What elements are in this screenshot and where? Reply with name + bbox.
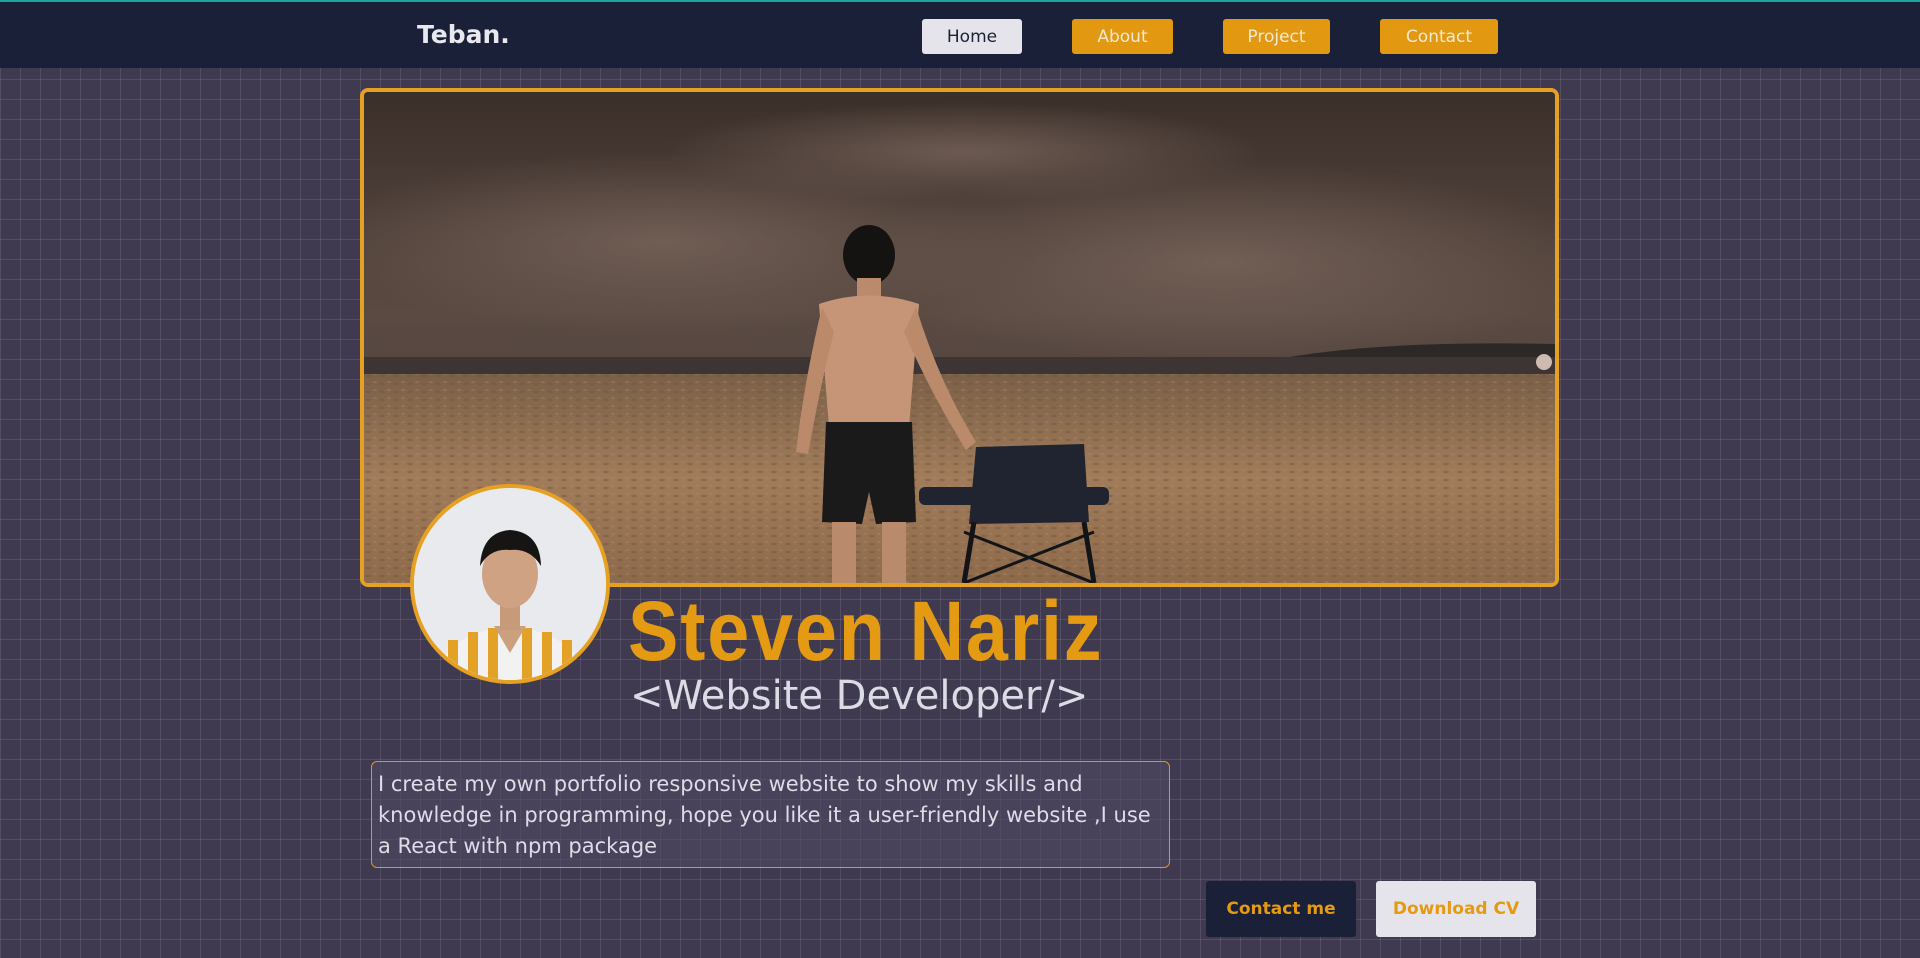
- download-cv-button[interactable]: Download CV: [1376, 881, 1536, 937]
- profile-role: <Website Developer/>: [630, 673, 1089, 719]
- nav-contact-button[interactable]: Contact: [1380, 19, 1498, 54]
- navbar: Teban. Home About Project Contact: [0, 0, 1920, 68]
- profile-photo: [414, 488, 606, 680]
- nav-project-button[interactable]: Project: [1223, 19, 1330, 54]
- contact-me-button[interactable]: Contact me: [1206, 881, 1356, 937]
- profile-name: Steven Nariz: [628, 584, 1104, 678]
- profile-avatar: [410, 484, 610, 684]
- nav-about-button[interactable]: About: [1072, 19, 1173, 54]
- brand-logo[interactable]: Teban.: [417, 20, 510, 49]
- about-description: I create my own portfolio responsive web…: [371, 761, 1170, 868]
- nav-home-button[interactable]: Home: [922, 19, 1022, 54]
